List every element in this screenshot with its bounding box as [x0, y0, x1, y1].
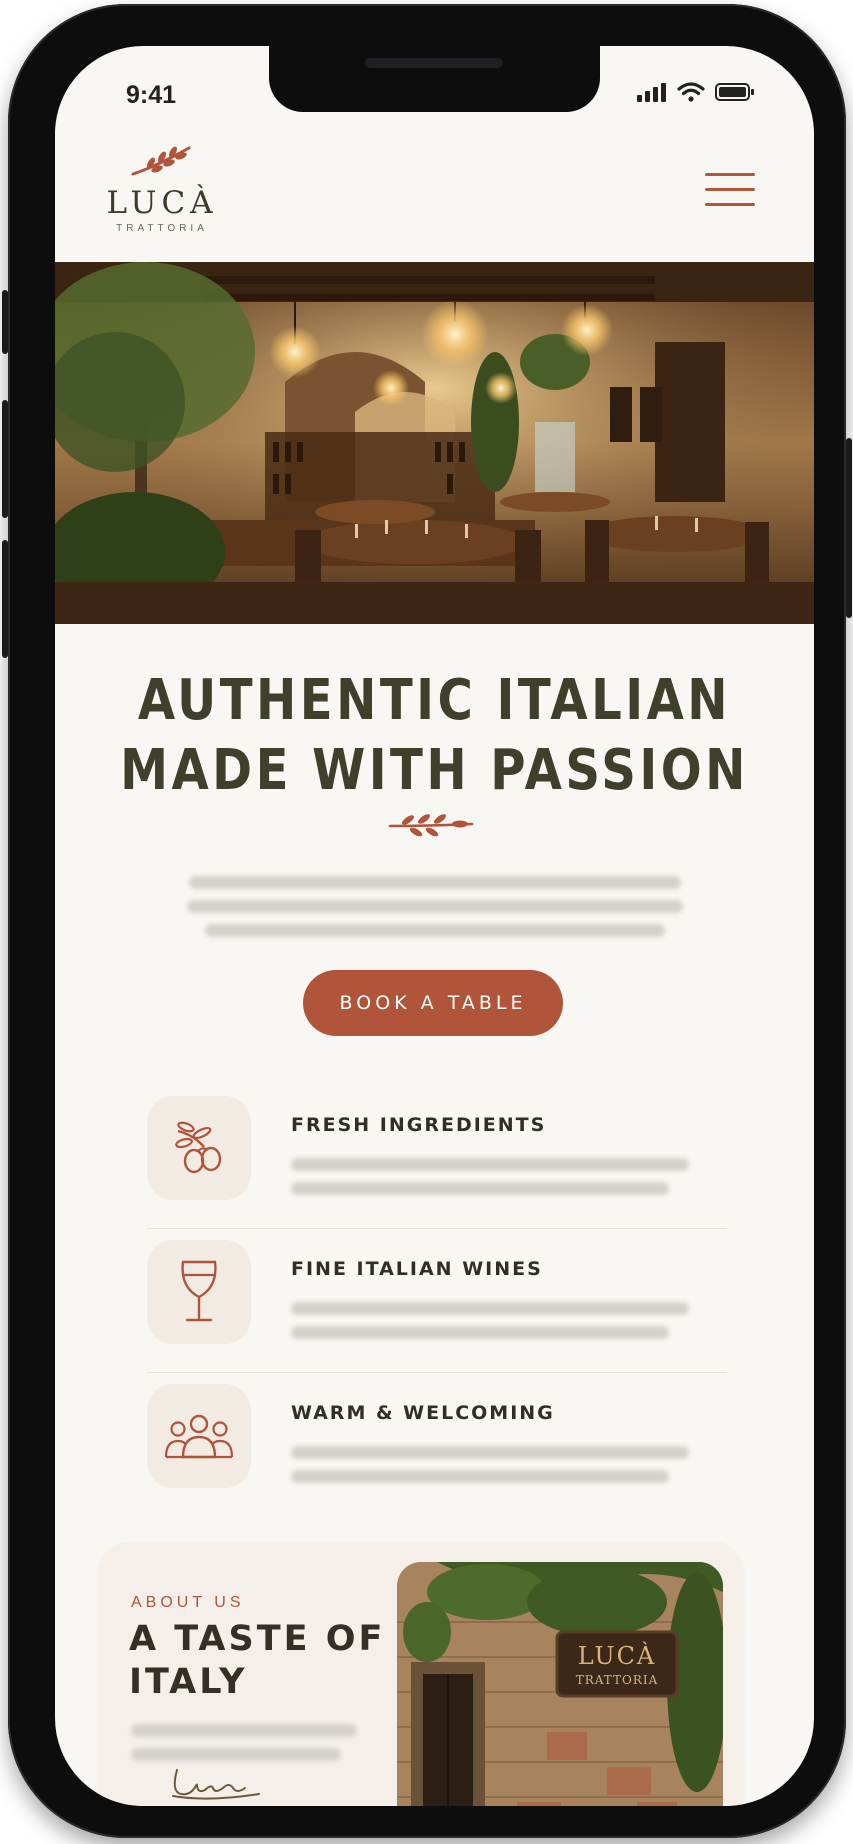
- book-a-table-button[interactable]: BOOK A TABLE: [303, 970, 563, 1036]
- feature-description-line: [291, 1470, 669, 1483]
- people-group-icon: [164, 1414, 234, 1459]
- hamburger-menu-button[interactable]: [705, 172, 757, 208]
- about-kicker: ABOUT US: [131, 1594, 245, 1611]
- wifi-icon: [677, 82, 705, 102]
- hero-headline: AUTHENTIC ITALIAN MADE WITH PASSION: [108, 666, 761, 806]
- wine-glass-icon: [181, 1260, 217, 1322]
- olive-branch-icon: [175, 1121, 222, 1174]
- menu-line-icon: [705, 173, 755, 176]
- about-description-line: [131, 1724, 357, 1737]
- storefront-sign-name: LUCÀ: [578, 1641, 657, 1670]
- hero-description-line: [205, 924, 665, 937]
- signal-icon: [637, 83, 666, 102]
- about-title: A TASTE OF ITALY: [129, 1618, 389, 1704]
- feature-icon-tile: [147, 1384, 251, 1488]
- feature-item: WARM & WELCOMING: [147, 1384, 727, 1524]
- feature-icon-tile: [147, 1240, 251, 1344]
- screen: 9:41 LUCÀ TRATTORIA AUTHENTIC ITALIAN MA…: [55, 46, 814, 1806]
- volume-up-button: [2, 400, 8, 518]
- about-storefront-image: LUCÀ TRATTORIA: [397, 1562, 723, 1806]
- power-button: [846, 438, 852, 618]
- handwritten-signature-icon: [172, 1769, 260, 1800]
- status-time: 9:41: [126, 81, 177, 109]
- menu-line-icon: [705, 203, 755, 206]
- brand-logo[interactable]: LUCÀ TRATTORIA: [101, 142, 223, 234]
- feature-description-line: [291, 1326, 669, 1339]
- feature-item: FRESH INGREDIENTS: [147, 1096, 727, 1236]
- feature-description-line: [291, 1182, 669, 1195]
- about-description-line: [131, 1748, 341, 1761]
- feature-title: FRESH INGREDIENTS: [291, 1114, 547, 1136]
- feature-item: FINE ITALIAN WINES: [147, 1240, 727, 1380]
- status-icons: [637, 82, 755, 102]
- feature-divider: [147, 1372, 727, 1373]
- olive-sprig-divider-icon: [388, 814, 474, 837]
- storefront-sign-subtitle: TRATTORIA: [576, 1673, 659, 1687]
- hero-description-line: [189, 876, 681, 889]
- phone-frame: 9:41 LUCÀ TRATTORIA AUTHENTIC ITALIAN MA…: [2, 4, 852, 1838]
- feature-divider: [147, 1228, 727, 1229]
- hero-restaurant-interior-image: [55, 262, 814, 624]
- hero-description-line: [187, 900, 683, 913]
- olive-sprig-icon: [131, 146, 191, 176]
- notch: [269, 46, 600, 112]
- brand-subtitle: TRATTORIA: [116, 223, 208, 234]
- volume-down-button: [2, 540, 8, 658]
- about-title-line-1: A TASTE OF: [129, 1619, 386, 1659]
- feature-title: FINE ITALIAN WINES: [291, 1258, 543, 1280]
- about-title-line-2: ITALY: [129, 1662, 248, 1702]
- feature-description-line: [291, 1446, 689, 1459]
- headline-line-2: MADE WITH PASSION: [120, 738, 749, 803]
- brand-name: LUCÀ: [106, 185, 218, 221]
- feature-title: WARM & WELCOMING: [291, 1402, 555, 1424]
- headline-line-1: AUTHENTIC ITALIAN: [137, 668, 732, 733]
- feature-description-line: [291, 1158, 689, 1171]
- silent-switch: [2, 290, 8, 354]
- battery-icon: [715, 83, 754, 101]
- feature-icon-tile: [147, 1096, 251, 1200]
- speaker-grille: [365, 58, 503, 68]
- menu-line-icon: [705, 188, 755, 191]
- feature-description-line: [291, 1302, 689, 1315]
